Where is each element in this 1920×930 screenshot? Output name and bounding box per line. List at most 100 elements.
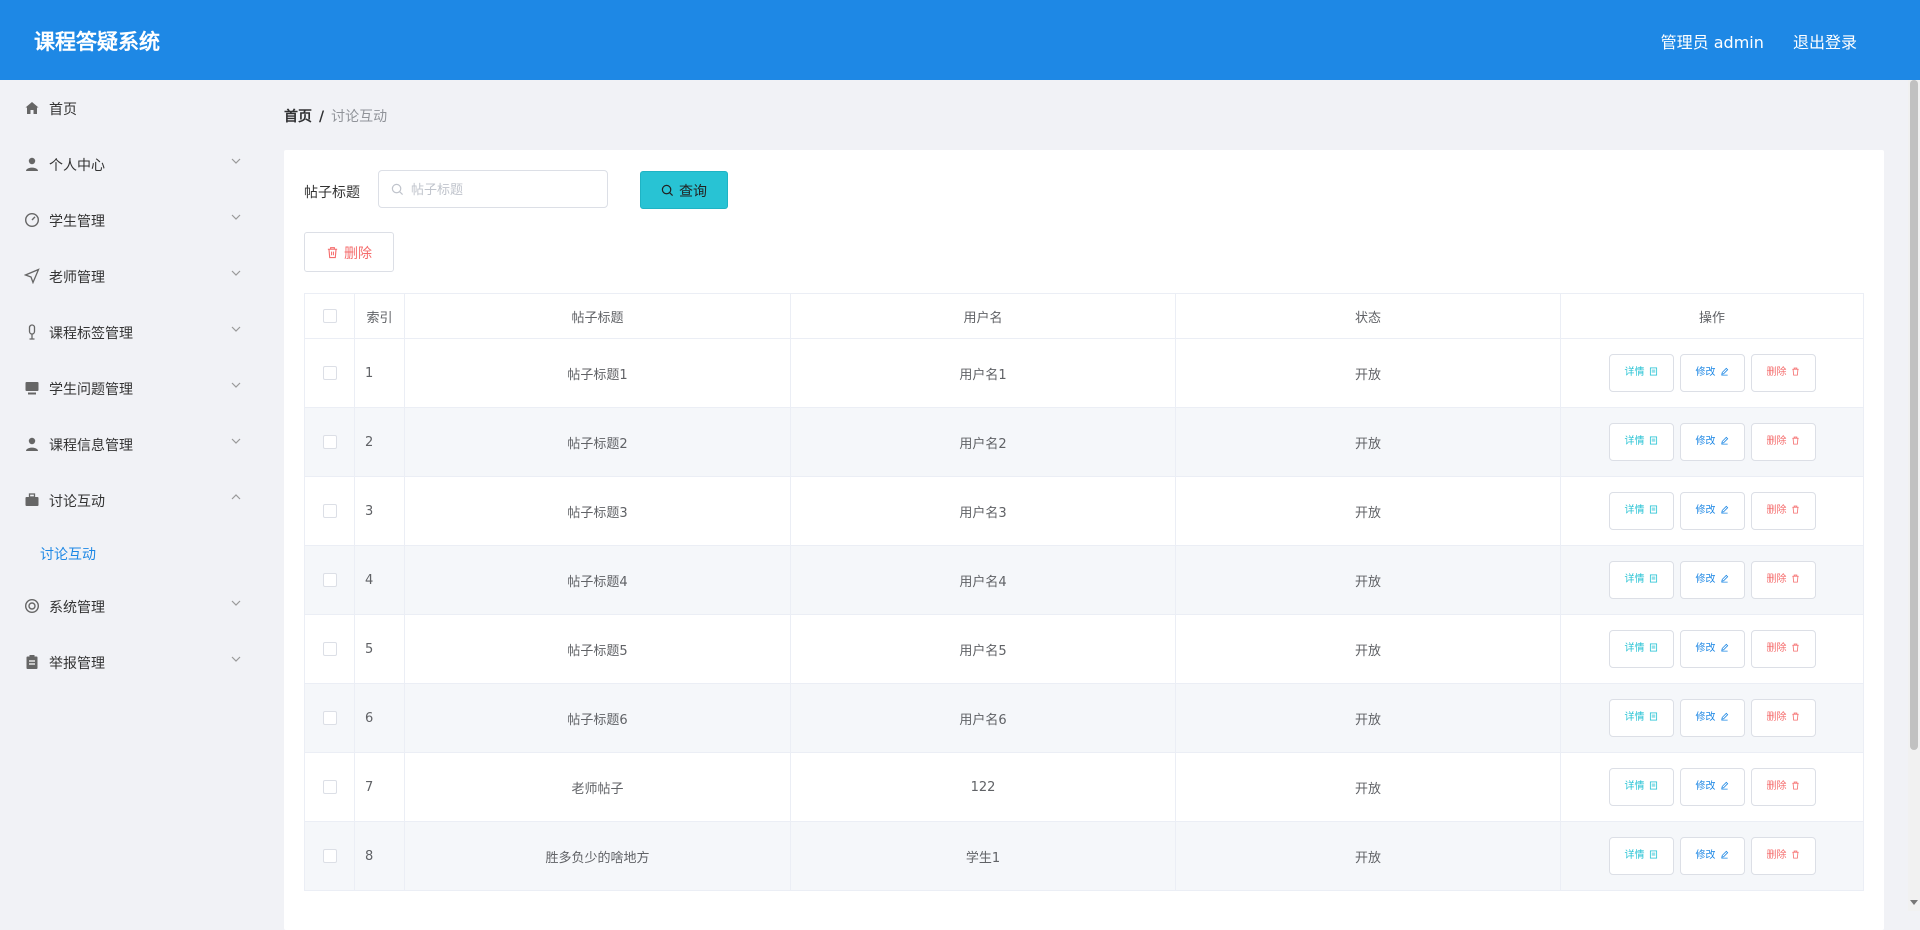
- query-button[interactable]: 查询: [640, 171, 728, 209]
- sidebar-subitem-discussion[interactable]: 讨论互动: [0, 528, 258, 578]
- document-icon: [1649, 436, 1657, 445]
- breadcrumb-current: 讨论互动: [331, 109, 388, 125]
- detail-button[interactable]: 详情: [1608, 354, 1674, 392]
- table-row: 5 帖子标题5 用户名5 开放 详情 修改 删除: [304, 614, 1864, 684]
- sidebar-item-report-management[interactable]: 举报管理: [0, 634, 258, 690]
- row-select-cell[interactable]: [304, 752, 355, 822]
- row-delete-button-label: 删除: [1766, 574, 1787, 585]
- edit-button[interactable]: 修改: [1679, 768, 1745, 806]
- row-delete-button[interactable]: 删除: [1750, 630, 1816, 668]
- row-actions: 详情 修改 删除: [1560, 476, 1864, 546]
- edit-button[interactable]: 修改: [1679, 354, 1745, 392]
- edit-button[interactable]: 修改: [1679, 630, 1745, 668]
- edit-button[interactable]: 修改: [1679, 492, 1745, 530]
- row-select-cell[interactable]: [304, 614, 355, 684]
- edit-button[interactable]: 修改: [1679, 699, 1745, 737]
- detail-button[interactable]: 详情: [1608, 561, 1674, 599]
- sidebar-item-label: 系统管理: [49, 600, 105, 616]
- row-checkbox[interactable]: [322, 573, 337, 587]
- sidebar-item-student-question-management[interactable]: 学生问题管理: [0, 360, 258, 416]
- sidebar-item-teacher-management[interactable]: 老师管理: [0, 248, 258, 304]
- row-index: 5: [354, 614, 405, 684]
- row-select-cell[interactable]: [304, 821, 355, 891]
- sidebar-item-course-tag-management[interactable]: 课程标签管理: [0, 304, 258, 360]
- detail-button[interactable]: 详情: [1608, 423, 1674, 461]
- content-panel: 帖子标题 查询 删除 索引 帖子标题: [284, 150, 1884, 930]
- search-label: 帖子标题: [304, 185, 360, 201]
- dashboard-icon: [24, 212, 40, 228]
- search-input[interactable]: [409, 172, 603, 208]
- row-username: 用户名3: [790, 476, 1176, 546]
- column-header-actions: 操作: [1560, 293, 1864, 339]
- edit-button[interactable]: 修改: [1679, 423, 1745, 461]
- row-checkbox[interactable]: [322, 711, 337, 725]
- row-index: 6: [354, 683, 405, 753]
- detail-button[interactable]: 详情: [1608, 630, 1674, 668]
- detail-button-label: 详情: [1624, 367, 1645, 378]
- edit-button-label: 修改: [1695, 712, 1716, 723]
- logout-link[interactable]: 退出登录: [1793, 33, 1857, 52]
- sidebar-item-home[interactable]: 首页: [0, 80, 258, 136]
- select-all-cell[interactable]: [304, 293, 355, 339]
- row-status: 开放: [1175, 614, 1561, 684]
- row-index: 3: [354, 476, 405, 546]
- search-icon: [391, 183, 404, 196]
- page-scrollbar[interactable]: [1908, 80, 1920, 911]
- sidebar-item-label: 老师管理: [49, 270, 105, 286]
- row-select-cell[interactable]: [304, 407, 355, 477]
- row-index: 1: [354, 338, 405, 408]
- row-actions: 详情 修改 删除: [1560, 407, 1864, 477]
- app-title: 课程答疑系统: [34, 30, 160, 54]
- detail-button[interactable]: 详情: [1608, 768, 1674, 806]
- detail-button-label: 详情: [1624, 712, 1645, 723]
- search-box[interactable]: [378, 170, 608, 208]
- row-delete-button[interactable]: 删除: [1750, 768, 1816, 806]
- trash-icon: [1791, 712, 1799, 721]
- detail-button-label: 详情: [1624, 643, 1645, 654]
- detail-button[interactable]: 详情: [1608, 492, 1674, 530]
- row-delete-button[interactable]: 删除: [1750, 699, 1816, 737]
- row-delete-button[interactable]: 删除: [1750, 561, 1816, 599]
- sidebar-item-student-management[interactable]: 学生管理: [0, 192, 258, 248]
- select-all-checkbox[interactable]: [322, 309, 337, 323]
- row-delete-button[interactable]: 删除: [1750, 354, 1816, 392]
- row-title: 帖子标题4: [404, 545, 791, 615]
- breadcrumb-home[interactable]: 首页: [284, 109, 312, 125]
- table-row: 4 帖子标题4 用户名4 开放 详情 修改 删除: [304, 545, 1864, 615]
- row-checkbox[interactable]: [322, 849, 337, 863]
- row-delete-button[interactable]: 删除: [1750, 837, 1816, 875]
- sidebar-item-personal-center[interactable]: 个人中心: [0, 136, 258, 192]
- row-checkbox[interactable]: [322, 642, 337, 656]
- row-checkbox[interactable]: [322, 366, 337, 380]
- scrollbar-thumb[interactable]: [1910, 80, 1918, 750]
- row-checkbox[interactable]: [322, 435, 337, 449]
- row-select-cell[interactable]: [304, 545, 355, 615]
- edit-button[interactable]: 修改: [1679, 837, 1745, 875]
- row-delete-button[interactable]: 删除: [1750, 423, 1816, 461]
- document-icon: [1649, 712, 1657, 721]
- document-icon: [1649, 781, 1657, 790]
- scroll-down-arrow-icon[interactable]: [1910, 898, 1918, 906]
- clipboard-icon: [26, 655, 38, 669]
- edit-icon: [1720, 850, 1728, 859]
- row-select-cell[interactable]: [304, 476, 355, 546]
- edit-icon: [1720, 367, 1728, 376]
- sidebar-item-discussion[interactable]: 讨论互动: [0, 472, 258, 528]
- row-select-cell[interactable]: [304, 338, 355, 408]
- row-select-cell[interactable]: [304, 683, 355, 753]
- user-icon: [26, 157, 38, 171]
- edit-icon: [1720, 574, 1728, 583]
- sidebar-item-label: 个人中心: [49, 158, 105, 174]
- row-checkbox[interactable]: [322, 780, 337, 794]
- sidebar-item-system-management[interactable]: 系统管理: [0, 578, 258, 634]
- row-delete-button[interactable]: 删除: [1750, 492, 1816, 530]
- row-checkbox[interactable]: [322, 504, 337, 518]
- sidebar-item-course-info-management[interactable]: 课程信息管理: [0, 416, 258, 472]
- batch-delete-button[interactable]: 删除: [304, 232, 394, 272]
- row-delete-button-label: 删除: [1766, 505, 1787, 516]
- trash-icon: [1791, 367, 1799, 376]
- row-title: 帖子标题2: [404, 407, 791, 477]
- detail-button[interactable]: 详情: [1608, 837, 1674, 875]
- edit-button[interactable]: 修改: [1679, 561, 1745, 599]
- detail-button[interactable]: 详情: [1608, 699, 1674, 737]
